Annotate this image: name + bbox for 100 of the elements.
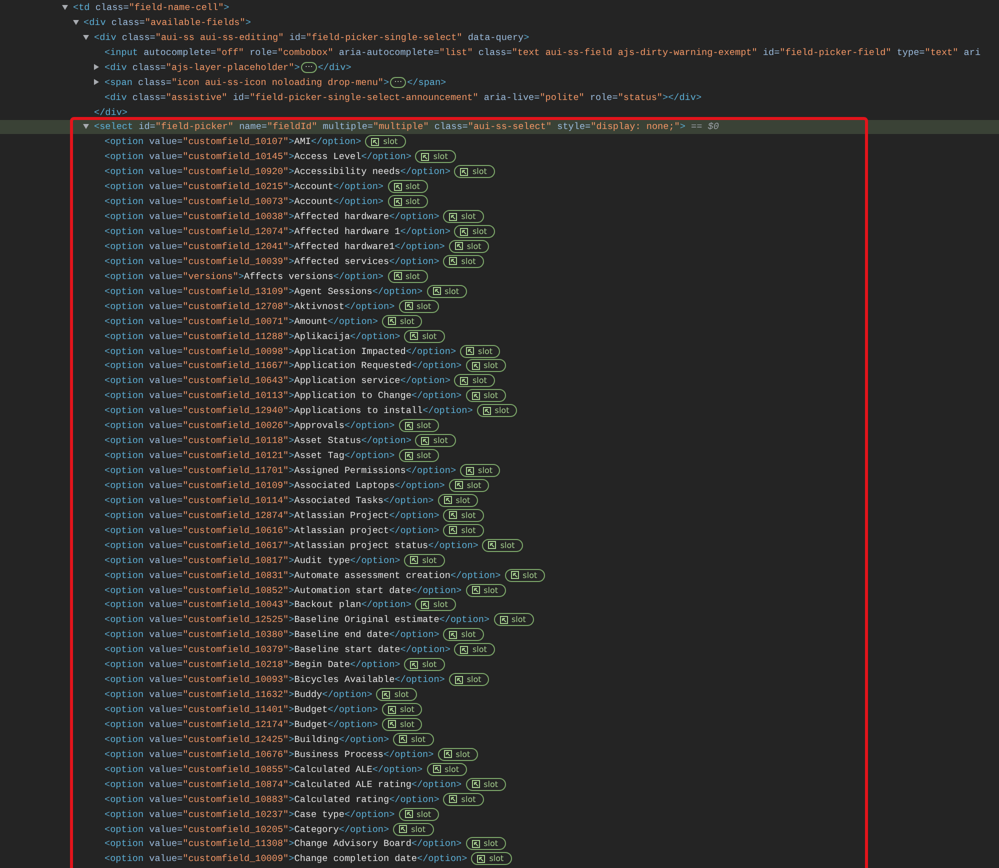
html-code-line: <option value="customfield_10098">Application Impacted</option> <box>104 346 456 357</box>
slot-badge[interactable]: slot <box>466 584 506 597</box>
slot-badge[interactable]: slot <box>382 703 422 716</box>
slot-badge[interactable]: slot <box>448 478 490 492</box>
slot-badge[interactable]: slot <box>404 554 445 567</box>
triangle-down-icon[interactable] <box>72 20 78 25</box>
html-code-line: <option value="customfield_12708">Aktivnost</option> <box>104 300 395 312</box>
slot-badge[interactable]: slot <box>454 374 495 388</box>
slot-badge[interactable]: slot <box>393 822 434 836</box>
slot-badge[interactable]: slot <box>466 389 506 402</box>
triangle-down-icon[interactable] <box>83 34 89 40</box>
slot-badge[interactable]: slot <box>482 538 523 552</box>
html-code-line: <option value="customfield_10009">Change completion date</option> <box>104 853 468 864</box>
triangle-down-icon[interactable] <box>83 124 89 130</box>
slot-badge[interactable]: slot <box>443 628 484 642</box>
html-code-line: <option value="versions">Affects versions</option> <box>104 270 384 282</box>
slot-badge[interactable]: slot <box>415 434 456 448</box>
html-code-line: <option value="customfield_12174">Budget</option> <box>104 718 378 730</box>
slot-badge[interactable]: slot <box>494 613 534 626</box>
html-code-line: <option value="customfield_10093">Bicycles Available</option> <box>104 674 445 686</box>
html-code-line: <td class="field-name-cell"> <box>73 2 230 13</box>
slot-badge[interactable]: slot <box>443 792 484 806</box>
slot-badge[interactable]: slot <box>476 404 518 418</box>
slot-badge[interactable]: slot <box>443 254 484 268</box>
html-code-line: <option value="customfield_10109">Associated Laptops</option> <box>104 480 445 491</box>
slot-badge[interactable]: slot <box>438 494 478 507</box>
html-code-line: <option value="customfield_10218">Begin Date</option> <box>104 659 400 670</box>
html-code-line: </div> <box>318 62 352 73</box>
html-code-line: <option value="customfield_10831">Automate assessment creation</option> <box>104 570 501 581</box>
slot-badge[interactable]: slot <box>443 210 484 224</box>
html-code-line: <option value="customfield_12425">Building</option> <box>104 734 390 745</box>
slot-badge[interactable]: slot <box>398 808 440 821</box>
slot-badge[interactable]: slot <box>443 524 484 537</box>
html-code-line: <option value="customfield_10113">Application to Change</option> <box>104 390 462 402</box>
slot-badge[interactable]: slot <box>454 643 495 656</box>
slot-badge[interactable]: slot <box>398 419 440 432</box>
html-code-line: <option value="customfield_10043">Backout plan</option> <box>104 599 412 610</box>
slot-badge[interactable]: slot <box>438 748 478 761</box>
slot-badge[interactable]: slot <box>466 359 506 372</box>
html-code-line: <option value="customfield_11701">Assigned Permissions</option> <box>104 465 456 476</box>
slot-badge[interactable]: slot <box>365 135 406 148</box>
slot-badge[interactable]: slot <box>426 284 467 298</box>
slot-badge[interactable]: slot <box>466 778 506 791</box>
slot-badge[interactable]: slot <box>454 225 495 238</box>
slot-badge[interactable]: slot <box>415 150 456 164</box>
slot-badge[interactable]: slot <box>471 852 512 866</box>
slot-badge[interactable]: slot <box>376 688 417 702</box>
triangle-right-icon[interactable] <box>94 64 98 70</box>
html-code-line: <option value="customfield_10237">Case type</option> <box>104 808 395 820</box>
triangle-right-icon[interactable] <box>94 79 98 86</box>
slot-badge[interactable]: slot <box>460 344 500 358</box>
slot-badge[interactable]: slot <box>388 180 428 194</box>
html-code-line: <option value="customfield_13109">Agent Sessions</option> <box>104 286 423 297</box>
html-code-line: <option value="customfield_10852">Automation start date</option> <box>104 584 462 596</box>
html-code-line: <option value="customfield_10380">Baseline end date</option> <box>104 629 440 640</box>
html-code-line: <option value="customfield_10855">Calculated ALE</option> <box>104 764 423 775</box>
html-code-line: <div class="aui-ss aui-ss-editing" id="field-picker-single-select" data-query> <box>94 32 530 43</box>
slot-badge[interactable]: slot <box>388 270 428 283</box>
slot-badge[interactable]: slot <box>388 195 428 208</box>
slot-badge[interactable]: slot <box>404 658 445 672</box>
html-code-line: <option value="customfield_10616">Atlassian project</option> <box>104 524 440 536</box>
html-code-line: <option value="customfield_10038">Affected hardware</option> <box>104 211 440 222</box>
html-code-line: </div> <box>94 106 128 118</box>
html-code-line: <select id="field-picker" name="fieldId" multiple="multiple" class="aui-ss-select" style="display: none;"> == $0 <box>94 121 719 132</box>
slot-badge[interactable]: slot <box>454 165 495 178</box>
html-code-line: <option value="customfield_10121">Asset Tag</option> <box>104 450 395 462</box>
slot-badge[interactable]: slot <box>448 240 490 253</box>
html-code-line: <span class="icon aui-ss-icon noloading drop-menu"> <box>104 76 390 88</box>
slot-badge[interactable]: slot <box>415 598 456 612</box>
html-code-line: <option value="customfield_10026">Approvals</option> <box>104 420 395 432</box>
html-code-line: <option value="customfield_12525">Baseline Original estimate</option> <box>104 614 490 626</box>
html-code-line: <div class="available-fields"> <box>84 16 251 28</box>
html-code-line: <option value="customfield_10215">Account</option> <box>104 181 384 192</box>
slot-badge[interactable]: slot <box>398 300 440 313</box>
html-code-line: <option value="customfield_11667">Application Requested</option> <box>104 360 462 372</box>
slot-badge[interactable]: slot <box>404 330 445 343</box>
slot-badge[interactable]: slot <box>448 673 490 686</box>
html-code-line: <option value="customfield_10883">Calculated rating</option> <box>104 794 440 805</box>
slot-badge[interactable]: slot <box>504 568 546 582</box>
slot-badge[interactable]: slot <box>398 449 440 462</box>
slot-badge[interactable]: slot <box>443 508 484 522</box>
triangle-down-icon[interactable] <box>62 4 68 10</box>
html-code-line: <option value="customfield_10145">Access Level</option> <box>104 151 412 162</box>
ellipsis-button[interactable]: ⋯ <box>300 62 317 73</box>
html-code-line: <option value="customfield_10107">AMI</option> <box>104 136 362 148</box>
slot-badge[interactable]: slot <box>393 732 434 746</box>
html-code-line: <option value="customfield_10205">Category</option> <box>104 824 390 835</box>
slot-badge[interactable]: slot <box>382 314 422 328</box>
html-code-line: <option value="customfield_11288">Aplikacija</option> <box>104 330 400 342</box>
slot-badge[interactable]: slot <box>466 837 506 850</box>
ellipsis-button[interactable]: ⋯ <box>390 76 406 88</box>
slot-badge[interactable]: slot <box>460 464 500 478</box>
html-code-line: <option value="customfield_12074">Affected hardware 1</option> <box>104 226 450 238</box>
html-code-line: </span> <box>407 76 446 88</box>
html-code-line: <option value="customfield_12874">Atlassian Project</option> <box>104 510 440 521</box>
html-code-line: <option value="customfield_10114">Associated Tasks</option> <box>104 494 434 506</box>
html-code-line: <div class="ajs-layer-placeholder"> <box>104 62 300 73</box>
slot-badge[interactable]: slot <box>382 718 422 731</box>
slot-badge[interactable]: slot <box>426 762 467 776</box>
html-code-line: <option value="customfield_10920">Accessibility needs</option> <box>104 166 450 178</box>
